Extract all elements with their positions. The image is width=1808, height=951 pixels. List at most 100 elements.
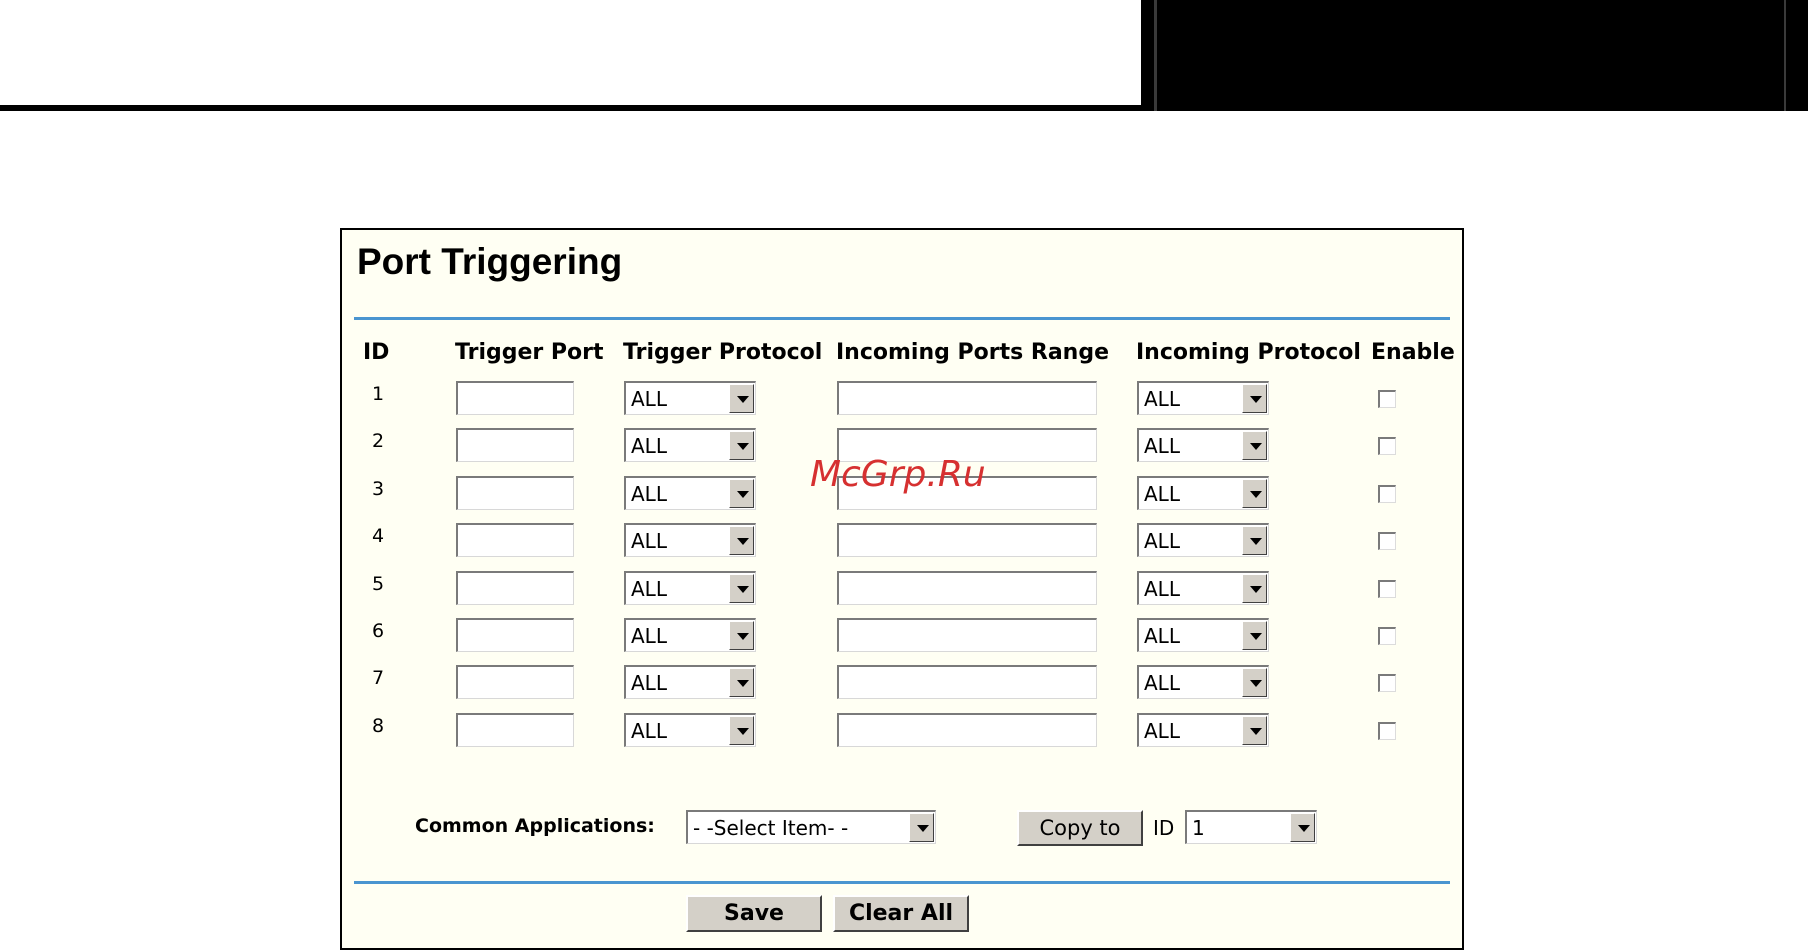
- incoming-protocol-value: ALL: [1144, 387, 1180, 411]
- incoming-protocol-value: ALL: [1144, 576, 1180, 601]
- chevron-down-icon[interactable]: [729, 478, 754, 508]
- trigger-protocol-value: ALL: [631, 624, 667, 648]
- common-applications-select[interactable]: - -Select Item- -: [686, 810, 936, 844]
- enable-checkbox[interactable]: [1378, 437, 1396, 456]
- save-button[interactable]: Save: [686, 895, 822, 932]
- trigger-port-input[interactable]: [456, 381, 574, 415]
- chevron-down-icon[interactable]: [1242, 526, 1267, 556]
- row-id: 2: [372, 430, 385, 453]
- chevron-down-icon[interactable]: [729, 526, 754, 556]
- incoming-ports-range-input[interactable]: [837, 618, 1097, 652]
- incoming-protocol-value: ALL: [1144, 481, 1180, 506]
- table-row: 6 ALL ALL: [342, 615, 1462, 655]
- enable-checkbox[interactable]: [1378, 390, 1396, 408]
- incoming-ports-range-input[interactable]: [837, 381, 1097, 415]
- enable-checkbox[interactable]: [1378, 579, 1396, 598]
- trigger-protocol-select[interactable]: ALL: [624, 570, 756, 605]
- chevron-down-icon[interactable]: [1242, 573, 1267, 603]
- col-header-trigger-protocol: Trigger Protocol: [623, 340, 823, 365]
- copy-to-id-label: ID: [1153, 816, 1175, 840]
- chevron-down-icon[interactable]: [1242, 668, 1267, 698]
- chevron-down-icon[interactable]: [909, 813, 934, 842]
- chevron-down-icon[interactable]: [1242, 621, 1267, 650]
- table-row: 8 ALL ALL: [342, 710, 1462, 750]
- trigger-protocol-select[interactable]: ALL: [624, 665, 756, 700]
- trigger-protocol-value: ALL: [631, 387, 667, 411]
- trigger-protocol-value: ALL: [631, 434, 667, 459]
- trigger-protocol-select[interactable]: ALL: [624, 712, 756, 747]
- header-rule: [0, 105, 1149, 111]
- row-id: 3: [372, 477, 385, 500]
- col-header-incoming-ports-range: Incoming Ports Range: [836, 340, 1110, 365]
- row-id: 8: [372, 714, 385, 737]
- row-id: 1: [372, 383, 385, 405]
- common-applications-label: Common Applications:: [415, 815, 655, 837]
- incoming-protocol-select[interactable]: ALL: [1137, 475, 1269, 510]
- incoming-protocol-select[interactable]: ALL: [1137, 712, 1269, 747]
- trigger-protocol-select[interactable]: ALL: [624, 475, 756, 510]
- incoming-protocol-value: ALL: [1144, 671, 1180, 696]
- incoming-protocol-select[interactable]: ALL: [1137, 428, 1269, 463]
- row-id: 5: [372, 572, 385, 595]
- chevron-down-icon[interactable]: [1242, 715, 1267, 745]
- incoming-protocol-select[interactable]: ALL: [1137, 523, 1269, 558]
- trigger-protocol-value: ALL: [631, 718, 667, 743]
- copy-to-button[interactable]: Copy to: [1017, 810, 1143, 846]
- incoming-protocol-value: ALL: [1144, 624, 1180, 648]
- table-row: 5 ALL ALL: [342, 568, 1462, 608]
- row-id: 7: [372, 667, 385, 690]
- trigger-port-input[interactable]: [456, 712, 574, 747]
- incoming-ports-range-input[interactable]: [837, 570, 1097, 605]
- incoming-ports-range-input[interactable]: [837, 712, 1097, 747]
- chevron-down-icon[interactable]: [729, 384, 754, 413]
- incoming-ports-range-input[interactable]: [837, 523, 1097, 558]
- common-applications-value: - -Select Item- -: [693, 816, 849, 840]
- top-divider: [354, 317, 1450, 320]
- table-row: 7 ALL ALL: [342, 662, 1462, 702]
- incoming-ports-range-input[interactable]: [837, 665, 1097, 700]
- watermark-text: McGrp.Ru: [810, 454, 986, 495]
- incoming-protocol-select[interactable]: ALL: [1137, 570, 1269, 605]
- bottom-divider: [354, 881, 1450, 884]
- trigger-port-input[interactable]: [456, 665, 574, 700]
- chevron-down-icon[interactable]: [729, 431, 754, 461]
- trigger-protocol-value: ALL: [631, 671, 667, 696]
- incoming-protocol-value: ALL: [1144, 434, 1180, 459]
- trigger-port-input[interactable]: [456, 523, 574, 558]
- chevron-down-icon[interactable]: [729, 621, 754, 650]
- trigger-port-input[interactable]: [456, 475, 574, 510]
- incoming-protocol-select[interactable]: ALL: [1137, 618, 1269, 652]
- chevron-down-icon[interactable]: [1242, 478, 1267, 508]
- copy-to-id-select[interactable]: 1: [1185, 810, 1317, 844]
- chevron-down-icon[interactable]: [729, 573, 754, 603]
- trigger-protocol-select[interactable]: ALL: [624, 381, 756, 415]
- row-id: 4: [372, 525, 385, 548]
- header-black-block: [1141, 0, 1808, 111]
- trigger-protocol-select[interactable]: ALL: [624, 428, 756, 463]
- col-header-trigger-port: Trigger Port: [455, 340, 604, 365]
- chevron-down-icon[interactable]: [1242, 431, 1267, 461]
- copy-to-id-value: 1: [1192, 816, 1205, 840]
- trigger-port-input[interactable]: [456, 570, 574, 605]
- trigger-protocol-select[interactable]: ALL: [624, 618, 756, 652]
- chevron-down-icon[interactable]: [729, 715, 754, 745]
- enable-checkbox[interactable]: [1378, 484, 1396, 503]
- incoming-protocol-select[interactable]: ALL: [1137, 381, 1269, 415]
- trigger-protocol-select[interactable]: ALL: [624, 523, 756, 558]
- incoming-protocol-value: ALL: [1144, 529, 1180, 554]
- incoming-protocol-value: ALL: [1144, 718, 1180, 743]
- enable-checkbox[interactable]: [1378, 674, 1396, 693]
- enable-checkbox[interactable]: [1378, 627, 1396, 645]
- incoming-protocol-select[interactable]: ALL: [1137, 665, 1269, 700]
- trigger-protocol-value: ALL: [631, 576, 667, 601]
- enable-checkbox[interactable]: [1378, 532, 1396, 551]
- chevron-down-icon[interactable]: [729, 668, 754, 698]
- trigger-port-input[interactable]: [456, 618, 574, 652]
- chevron-down-icon[interactable]: [1242, 384, 1267, 413]
- clear-all-button[interactable]: Clear All: [833, 895, 969, 932]
- chevron-down-icon[interactable]: [1290, 813, 1315, 842]
- enable-checkbox[interactable]: [1378, 721, 1396, 740]
- col-header-id: ID: [363, 340, 390, 365]
- col-header-enable: Enable: [1371, 340, 1455, 365]
- trigger-port-input[interactable]: [456, 428, 574, 463]
